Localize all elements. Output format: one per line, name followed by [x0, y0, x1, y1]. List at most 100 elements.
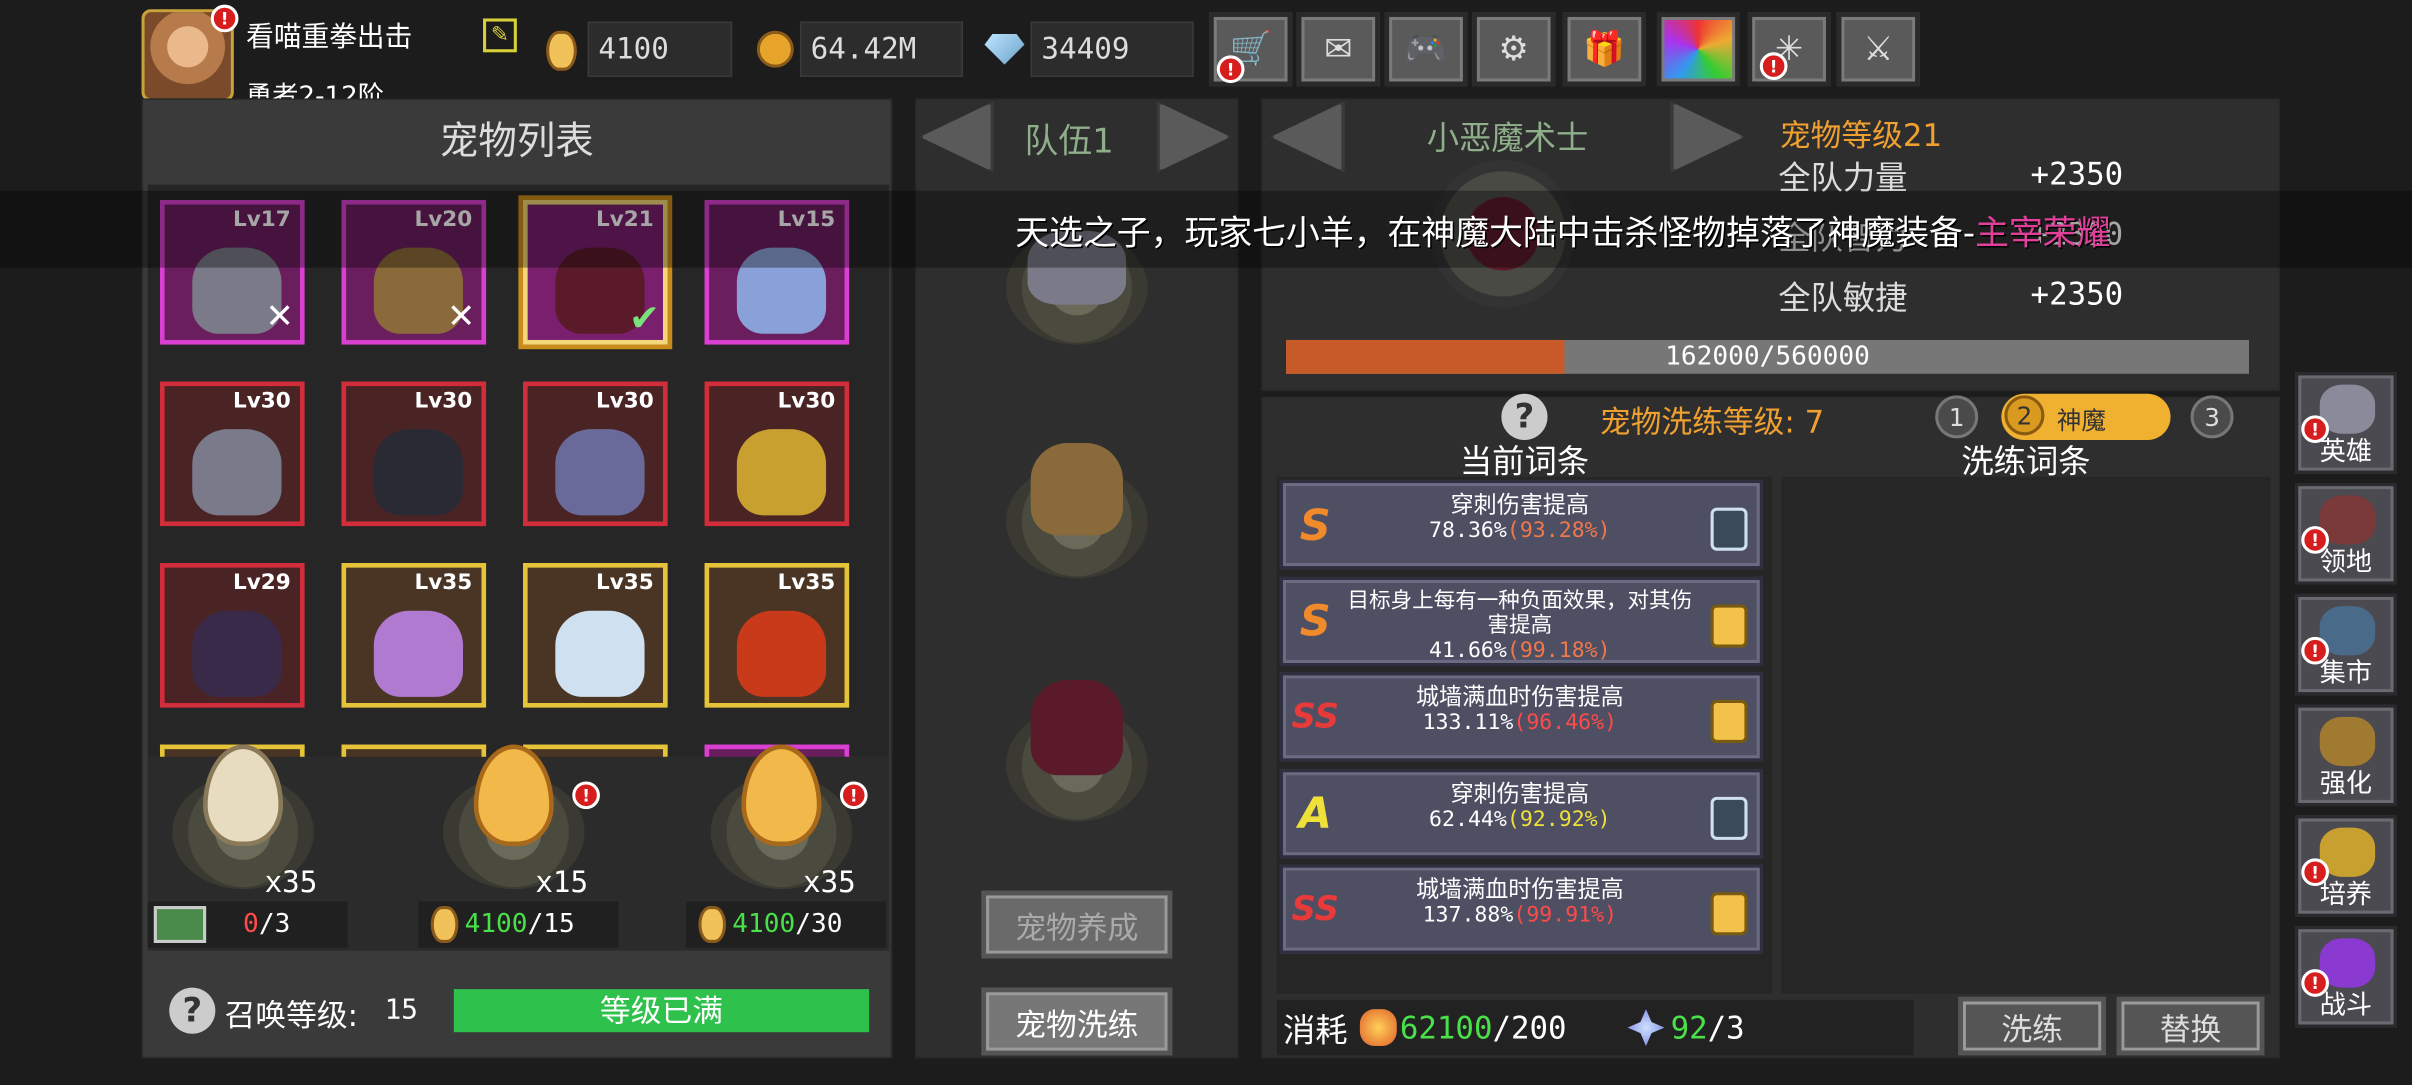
- summon-cost-max: /3: [258, 909, 291, 940]
- affix-description: 目标身上每有一种负面效果，对其伤害提高: [1347, 588, 1693, 638]
- settings-gear-icon[interactable]: ⚙: [1472, 12, 1556, 87]
- pet-card[interactable]: Lv35: [704, 563, 850, 708]
- summon-cost-button[interactable]: 4100/15: [418, 901, 619, 948]
- lock-open-icon[interactable]: [1710, 507, 1748, 551]
- wash-slot-2[interactable]: 2 神魔: [2001, 393, 2171, 440]
- lock-closed-icon[interactable]: [1710, 699, 1748, 743]
- side-nav-helmet[interactable]: ! 英雄: [2295, 372, 2397, 474]
- egg-count: x15: [535, 866, 589, 900]
- pet-wash-button[interactable]: 宠物洗练: [981, 987, 1173, 1056]
- pet-sprite-icon: [192, 610, 282, 697]
- affix-row[interactable]: S 穿刺伤害提高 78.36%(93.28%): [1279, 479, 1763, 570]
- team-stat-name: 全队敏捷: [1778, 279, 1908, 317]
- affix-row[interactable]: SS 城墙满血时伤害提高 133.11%(96.46%): [1279, 672, 1763, 762]
- pet-sprite-icon: [373, 429, 464, 516]
- pet-card-partial[interactable]: [341, 744, 487, 757]
- pet-exp-text: 162000/560000: [1665, 341, 1870, 373]
- pet-list-title: 宠物列表: [439, 118, 594, 164]
- affix-rank-badge: SS: [1291, 697, 1340, 737]
- affix-description: 穿刺伤害提高: [1450, 490, 1590, 519]
- crossed-swords-icon[interactable]: ⚔: [1836, 12, 1920, 87]
- pet-level: Lv30: [414, 389, 473, 414]
- summon-cost-text: 0/3: [243, 909, 290, 940]
- pet-card[interactable]: Lv35: [341, 563, 487, 708]
- broadcast-item: 主宰荣耀: [1975, 215, 2111, 254]
- affix-max: (99.91%): [1513, 902, 1618, 928]
- new-affix-list: [1781, 476, 2271, 994]
- affix-row[interactable]: S 目标身上每有一种负面效果，对其伤害提高 41.66%(99.18%): [1279, 576, 1763, 666]
- summon-help-icon[interactable]: ?: [169, 987, 216, 1034]
- egg-alert-icon: !: [572, 781, 600, 810]
- pet-level: 宠物等级21: [1779, 116, 1943, 154]
- affix-values: 41.66%(99.18%): [1341, 638, 1698, 664]
- wash-cost-1-max: /200: [1492, 1009, 1567, 1047]
- affix-row[interactable]: SS 城墙满血时伤害提高 137.88%(99.91%): [1279, 864, 1763, 954]
- gift-icon[interactable]: 🎁: [1562, 12, 1646, 87]
- team-slot-2[interactable]: [1006, 443, 1148, 579]
- affix-values: 62.44%(92.92%): [1341, 807, 1698, 833]
- team-stat-value: +2350: [2030, 155, 2124, 193]
- gamepad-icon[interactable]: 🎮: [1384, 12, 1468, 87]
- wash-slot-1[interactable]: 1: [1935, 395, 1979, 439]
- summon-cost-button[interactable]: 0/3: [147, 901, 348, 948]
- summon-cost-button[interactable]: 4100/30: [686, 901, 887, 948]
- pet-card[interactable]: Lv29: [159, 563, 305, 708]
- summon-cost-current: 4100: [732, 909, 796, 940]
- egg-currency-icon: [430, 906, 459, 943]
- wash-cost-2: 92/3: [1671, 1009, 1745, 1046]
- egg-currency-icon: [546, 30, 577, 71]
- pet-level: Lv29: [233, 570, 291, 596]
- fireworks-alert-icon: !: [1759, 52, 1788, 80]
- affix-value: 78.36%: [1429, 518, 1507, 544]
- replace-button[interactable]: 替换: [2116, 996, 2265, 1056]
- broadcast-message: 天选之子，玩家七小羊，在神魔大陆中击杀怪物掉落了神魔装备-: [1015, 215, 1976, 254]
- summon-status-bar: 等级已满: [453, 989, 870, 1033]
- pet-grid[interactable]: Lv17 ✕ Lv20 ✕ Lv21 ✔ Lv15 Lv30 Lv30 Lv30 Lv30 Lv29 L…: [147, 184, 890, 757]
- side-nav-castle[interactable]: ! 领地: [2295, 483, 2397, 585]
- egg-currency-icon: [698, 906, 727, 943]
- side-nav-upgrade-emblem[interactable]: 强化: [2295, 704, 2397, 807]
- affix-values: 78.36%(93.28%): [1341, 518, 1698, 544]
- pet-sprite-icon: [555, 610, 645, 697]
- side-nav-market-stall[interactable]: ! 集市: [2295, 593, 2397, 696]
- side-nav-trophy-cup[interactable]: ! 培养: [2295, 815, 2397, 917]
- player-name: 看喵重拳出击: [246, 21, 413, 54]
- treant-pet-icon: [1030, 443, 1123, 536]
- summon-cost-current: 0: [243, 909, 259, 940]
- affix-description: 穿刺伤害提高: [1450, 779, 1590, 807]
- summon-cost-text: 4100/30: [732, 909, 842, 940]
- egg-alert-icon: !: [839, 781, 868, 810]
- wash-button[interactable]: 洗练: [1958, 996, 2106, 1056]
- lock-open-icon[interactable]: [1710, 796, 1748, 840]
- side-nav-portal[interactable]: ! 战斗: [2295, 926, 2397, 1028]
- fireworks-icon[interactable]: ✳: [1747, 12, 1831, 87]
- affix-rank-badge: S: [1299, 499, 1331, 550]
- wash-cost-2-max: /3: [1707, 1009, 1745, 1047]
- egg-count: x35: [802, 866, 856, 900]
- pet-train-button[interactable]: 宠物养成: [981, 890, 1173, 959]
- pet-card[interactable]: Lv30: [704, 381, 850, 527]
- affix-row[interactable]: A 穿刺伤害提高 62.44%(92.92%): [1279, 768, 1763, 858]
- imp-warlock-pet-icon: [1030, 679, 1123, 776]
- pet-card[interactable]: Lv35: [523, 563, 668, 708]
- lock-closed-icon[interactable]: [1710, 603, 1748, 647]
- pet-level: Lv30: [777, 389, 836, 414]
- pet-card[interactable]: Lv30: [341, 381, 487, 527]
- wash-slot-3[interactable]: 3: [2190, 395, 2234, 439]
- pet-card[interactable]: Lv30: [523, 381, 668, 527]
- team-slot-3[interactable]: [1006, 679, 1148, 822]
- color-wheel-icon[interactable]: [1656, 12, 1740, 87]
- affix-text-block: 穿刺伤害提高 62.44%(92.92%): [1341, 779, 1698, 833]
- mail-icon[interactable]: ✉: [1296, 12, 1380, 87]
- pet-card[interactable]: Lv30: [159, 381, 305, 527]
- pet-level: Lv35: [777, 570, 836, 596]
- lock-closed-icon[interactable]: [1710, 892, 1748, 936]
- gem-count: 34409: [1030, 21, 1194, 77]
- shop-alert-icon: !: [1216, 55, 1245, 84]
- pet-sprite-icon: [736, 429, 827, 516]
- pet-card-partial[interactable]: [523, 744, 668, 757]
- wash-cost-label: 消耗: [1282, 1012, 1348, 1050]
- wash-help-icon[interactable]: ?: [1501, 393, 1548, 440]
- summon-cost-max: /30: [795, 909, 843, 940]
- rename-edit-icon[interactable]: ✎: [483, 18, 517, 53]
